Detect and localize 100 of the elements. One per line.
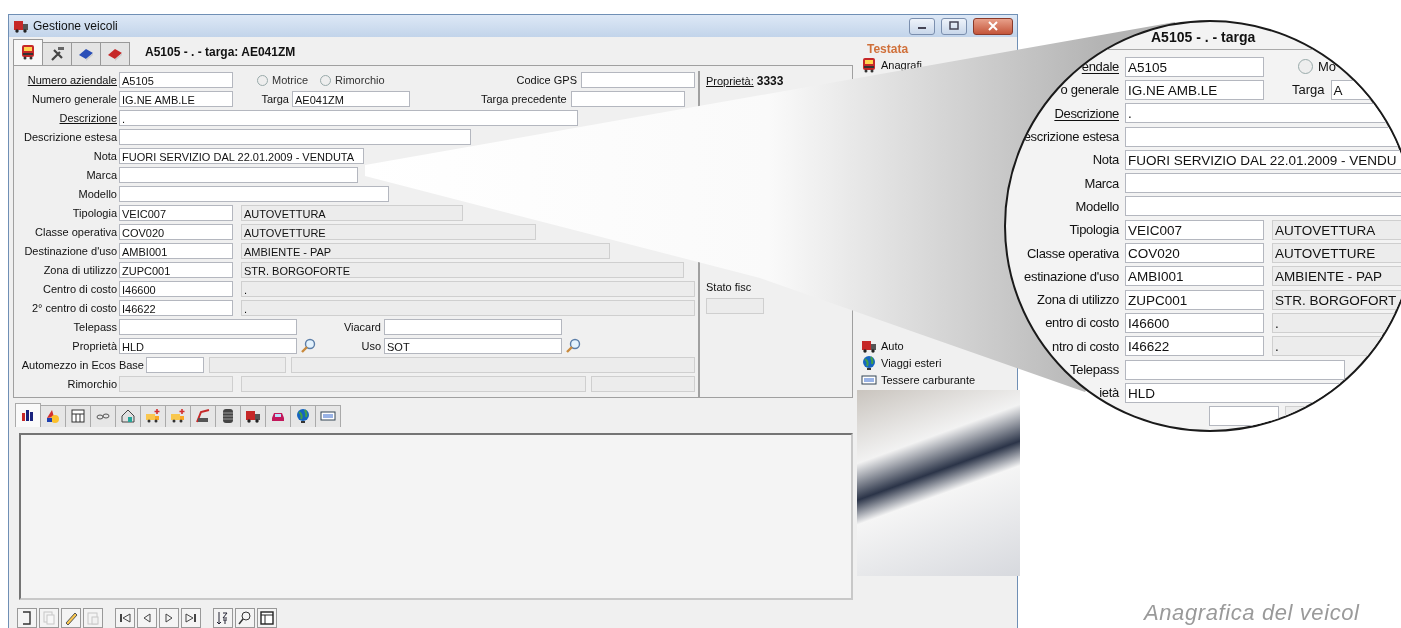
input-field[interactable] <box>119 186 389 203</box>
input-field[interactable] <box>146 357 204 374</box>
input-field[interactable]: SOT <box>384 338 562 355</box>
tab[interactable] <box>15 402 41 427</box>
last-icon <box>183 610 199 626</box>
input-field[interactable] <box>1125 196 1401 217</box>
input-field[interactable] <box>119 319 297 336</box>
close-icon <box>987 21 999 31</box>
tire-icon <box>220 408 236 425</box>
input-field[interactable]: COV020 <box>1125 243 1264 263</box>
tab[interactable] <box>71 41 101 65</box>
field-label: Zona di utilizzo <box>1036 292 1119 308</box>
field-label: Viacard <box>342 321 382 334</box>
maximize-button[interactable] <box>941 17 967 35</box>
pencil-icon <box>63 610 79 626</box>
truck-icon <box>170 408 186 425</box>
toolbar-button[interactable] <box>61 608 81 628</box>
field-label: Nota <box>92 150 118 163</box>
field-label: ntro di costo <box>1051 338 1119 354</box>
input-field[interactable]: VEIC007 <box>119 205 233 222</box>
input-field[interactable] <box>570 91 685 108</box>
shapes-icon <box>45 408 61 425</box>
minimize-button[interactable] <box>909 17 935 35</box>
input-field[interactable]: A5105 <box>1125 56 1264 77</box>
toolbar-button[interactable] <box>115 608 135 628</box>
input-field[interactable] <box>1209 406 1279 427</box>
toolbar-button[interactable] <box>17 608 37 628</box>
side-link[interactable]: Auto <box>861 337 904 354</box>
sort-icon <box>215 610 231 626</box>
field-label: Modello <box>77 188 118 201</box>
field-label: Stato fisc <box>706 280 752 293</box>
dropdown-field[interactable] <box>706 297 764 314</box>
radio-button[interactable]: Motrice <box>257 74 309 87</box>
field-link-label[interactable]: endale <box>1006 59 1119 75</box>
input-field[interactable] <box>581 72 695 89</box>
table-icon <box>259 610 275 626</box>
input-field[interactable] <box>384 319 562 336</box>
input-field[interactable]: FUORI SERVIZIO DAL 22.01.2009 - VENDU <box>1125 149 1401 170</box>
toolbar-button[interactable] <box>257 608 277 628</box>
calendar-icon <box>70 408 86 425</box>
field-label: Numero generale <box>31 93 118 106</box>
input-field[interactable]: I46622 <box>119 300 233 317</box>
input-field[interactable] <box>119 167 358 184</box>
toolbar-button[interactable] <box>213 608 233 628</box>
copy-icon <box>41 610 57 626</box>
truck-icon <box>145 408 161 425</box>
window-title: Gestione veicoli <box>33 19 118 33</box>
field-link-label[interactable]: Numero aziendale <box>14 74 119 87</box>
input-field[interactable] <box>119 129 471 146</box>
field-label: estinazione d'uso <box>1023 268 1119 284</box>
tab[interactable] <box>190 404 216 427</box>
field-label: Telepass <box>1069 362 1119 377</box>
input-field[interactable] <box>1125 173 1401 194</box>
field-label: ietà <box>1098 385 1119 401</box>
field-link-label[interactable]: Descrizione <box>1006 105 1119 121</box>
input-field[interactable]: HLD <box>119 338 297 355</box>
field-link-label[interactable]: Descrizione <box>14 112 119 125</box>
input-field[interactable]: COV020 <box>119 224 233 241</box>
field-label: Automezzo in Ecos Base <box>20 359 145 372</box>
tab[interactable] <box>13 38 43 65</box>
property-link[interactable]: Proprietà: <box>706 74 754 87</box>
radio-button[interactable]: Rimorchio <box>320 74 385 87</box>
radio-button[interactable]: Mo <box>1298 59 1337 75</box>
property-value: 3333 <box>756 73 784 88</box>
input-field[interactable]: ZUPC001 <box>1125 289 1264 310</box>
tab[interactable] <box>65 404 91 427</box>
input-field[interactable]: FUORI SERVIZIO DAL 22.01.2009 - VENDUTA <box>119 148 364 165</box>
close-button[interactable] <box>973 17 1013 35</box>
toolbar-button[interactable] <box>235 608 255 628</box>
tab[interactable] <box>240 404 266 427</box>
toolbar-button[interactable] <box>181 608 201 628</box>
input-field[interactable]: IG.NE AMB.LE <box>1125 79 1264 100</box>
side-link[interactable]: Tessere carburante <box>861 371 976 388</box>
search-icon[interactable] <box>300 338 316 355</box>
field-label: Targa <box>260 93 290 106</box>
input-field[interactable]: ZUPC001 <box>119 262 233 279</box>
tab[interactable] <box>40 404 66 427</box>
input-field[interactable]: A5105 <box>119 72 233 89</box>
side-link[interactable]: Viaggi esteri <box>861 354 942 371</box>
input-field[interactable]: AMBI001 <box>1125 266 1264 287</box>
description-field: . <box>241 281 695 298</box>
description-field: . <box>241 300 695 317</box>
input-field[interactable]: I46600 <box>1125 312 1264 333</box>
tab[interactable] <box>42 41 72 65</box>
lorry-icon <box>245 408 261 425</box>
input-field[interactable]: I46622 <box>1125 336 1264 357</box>
input-field[interactable]: VEIC007 <box>1125 219 1264 240</box>
search-icon[interactable] <box>565 338 581 355</box>
input-field[interactable]: AMBI001 <box>119 243 233 260</box>
input-field[interactable] <box>1125 359 1345 380</box>
field-label: o generale <box>1059 82 1119 98</box>
field-label: Destinazione d'uso <box>23 245 118 258</box>
description-field: AUTOVETTURE <box>241 224 537 241</box>
input-field[interactable]: IG.NE AMB.LE <box>119 91 233 108</box>
tab[interactable] <box>215 404 241 427</box>
field-label: Modello <box>1074 198 1119 214</box>
input-field[interactable]: AE041ZM <box>292 91 410 108</box>
field-label: Classe operativa <box>34 226 118 239</box>
input-field[interactable]: . <box>119 110 578 127</box>
input-field[interactable]: I46600 <box>119 281 233 298</box>
